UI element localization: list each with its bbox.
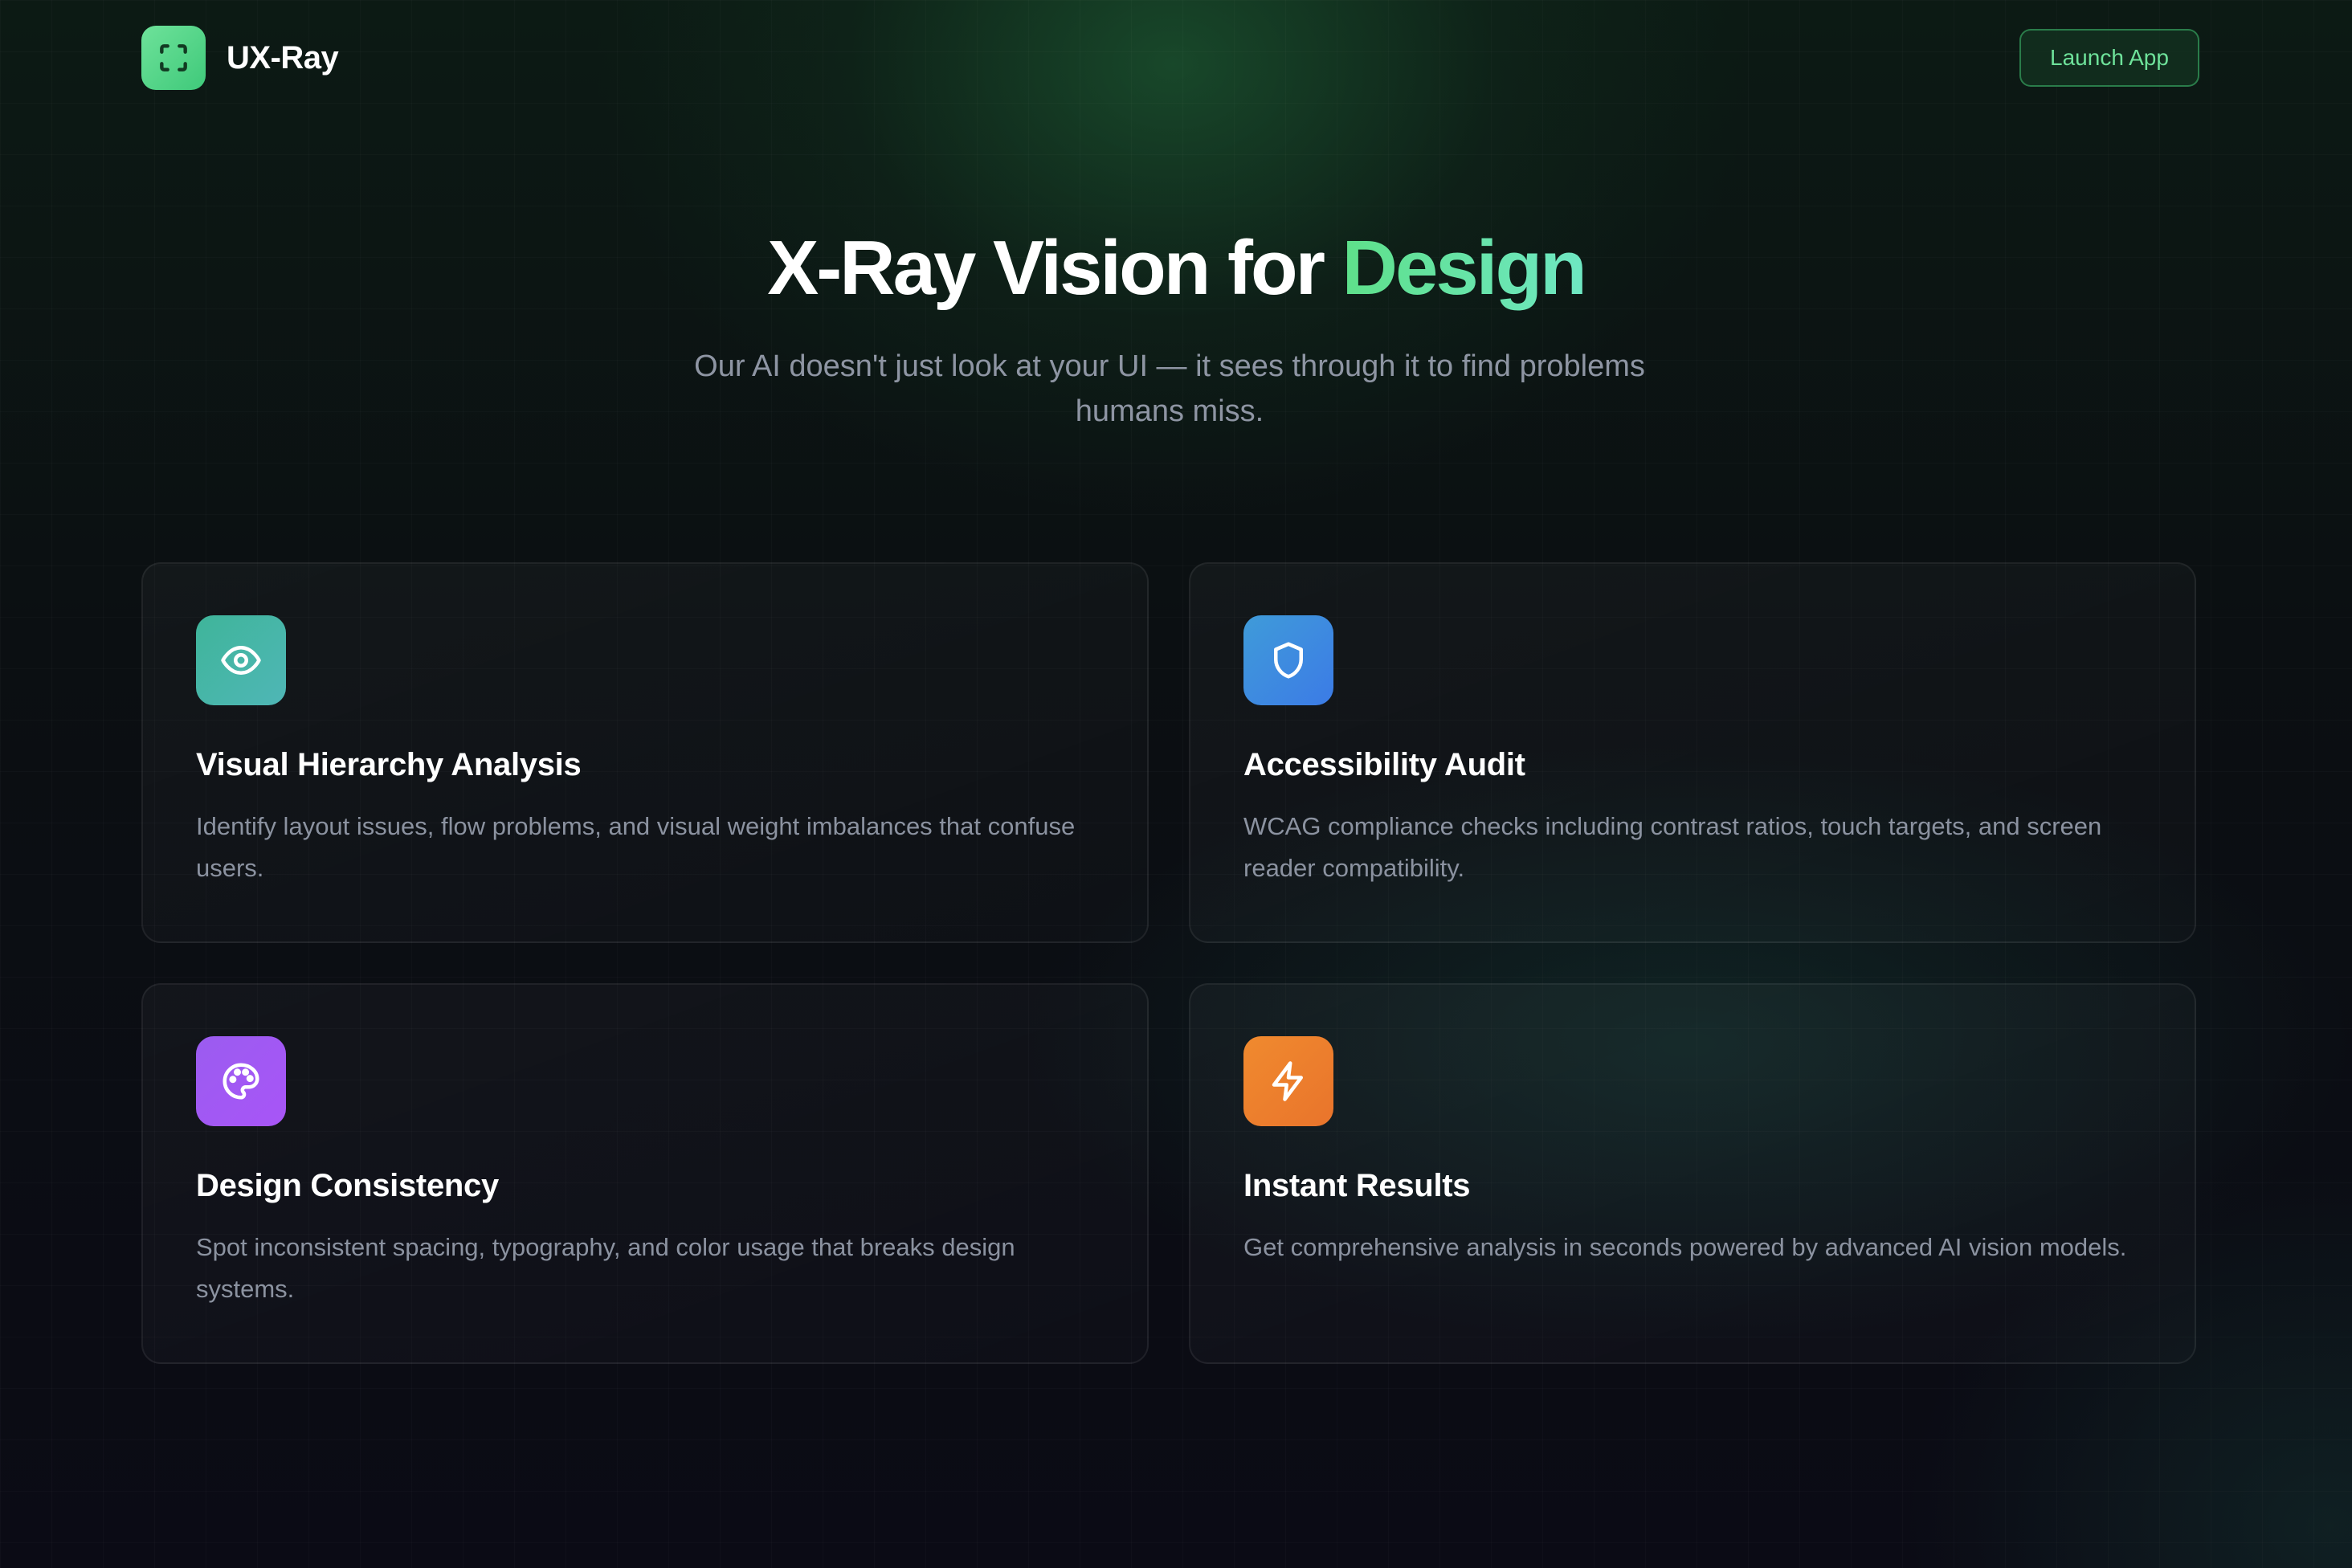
palette-icon <box>196 1036 286 1126</box>
hero-title-main: X-Ray Vision for <box>767 225 1342 311</box>
brand-name: UX-Ray <box>227 39 339 76</box>
feature-card-accessibility: Accessibility Audit WCAG compliance chec… <box>1189 562 2196 943</box>
feature-description: Get comprehensive analysis in seconds po… <box>1243 1233 2127 1261</box>
lightning-icon <box>1243 1036 1333 1126</box>
feature-description: Identify layout issues, flow problems, a… <box>196 812 1076 882</box>
feature-card-visual-hierarchy: Visual Hierarchy Analysis Identify layou… <box>141 562 1149 943</box>
feature-card-design-consistency: Design Consistency Spot inconsistent spa… <box>141 983 1149 1364</box>
launch-app-button[interactable]: Launch App <box>2019 29 2199 87</box>
feature-description: WCAG compliance checks including contras… <box>1243 812 2102 882</box>
feature-card-instant-results: Instant Results Get comprehensive analys… <box>1189 983 2196 1364</box>
hero-title-accent: Design <box>1341 225 1587 311</box>
feature-description: Spot inconsistent spacing, typography, a… <box>196 1233 1015 1303</box>
feature-title: Instant Results <box>1243 1168 1471 1203</box>
brand[interactable]: UX-Ray <box>141 26 339 90</box>
feature-title: Design Consistency <box>196 1168 499 1203</box>
top-nav: UX-Ray Launch App <box>141 26 2199 90</box>
feature-title: Accessibility Audit <box>1243 747 1525 782</box>
hero-subtitle: Our AI doesn't just look at your UI — it… <box>694 349 1645 428</box>
eye-icon <box>196 615 286 705</box>
shield-icon <box>1243 615 1333 705</box>
scan-frame-icon <box>141 26 206 90</box>
feature-title: Visual Hierarchy Analysis <box>196 747 582 782</box>
hero-title: X-Ray Vision for Design <box>0 223 2352 313</box>
